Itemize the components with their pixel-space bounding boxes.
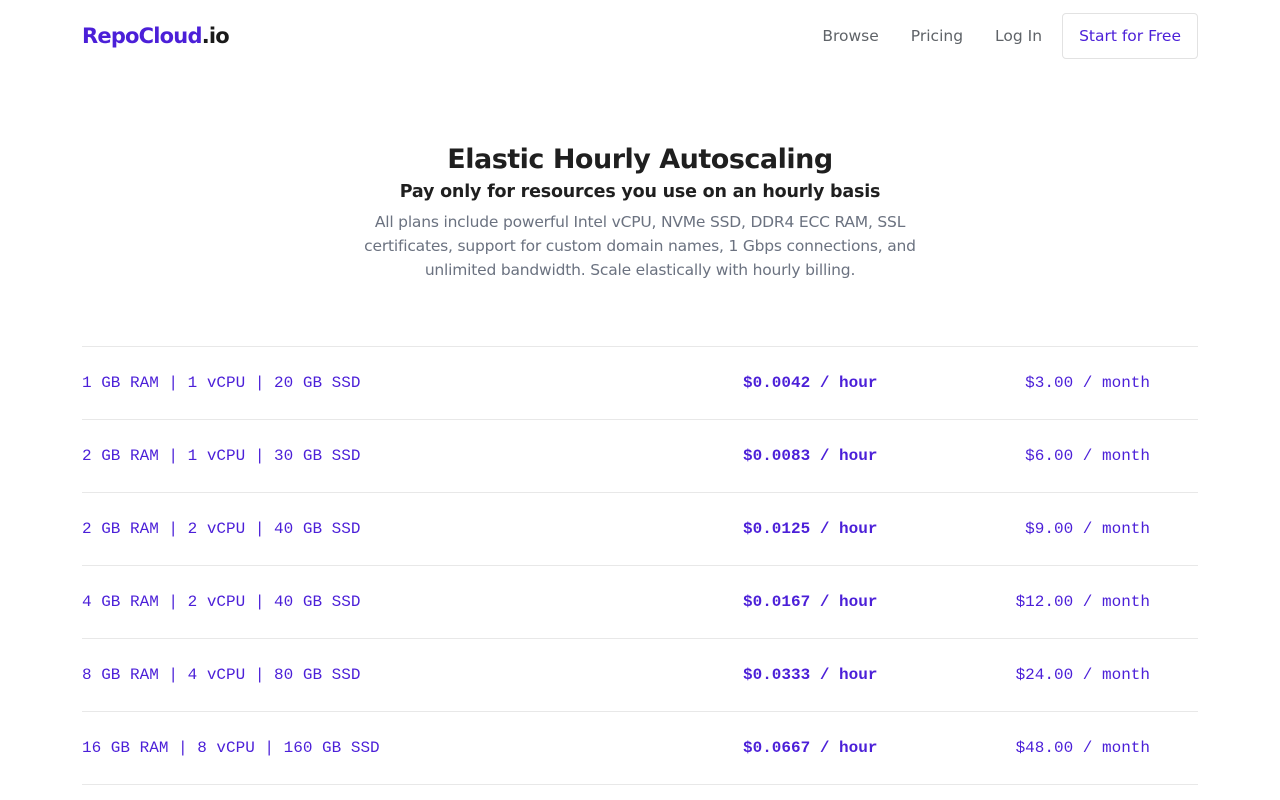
plan-monthly-price: $48.00 / month [1015,739,1150,757]
plan-monthly-price: $24.00 / month [1015,666,1150,684]
plan-row: 1 GB RAM | 1 vCPU | 20 GB SSD $0.0042 / … [82,347,1198,420]
page-description: All plans include powerful Intel vCPU, N… [364,213,916,279]
page-title: Elastic Hourly Autoscaling [447,144,833,175]
plan-hourly-price: $0.0167 / hour [743,593,878,611]
plan-row: 8 GB RAM | 4 vCPU | 80 GB SSD $0.0333 / … [82,639,1198,712]
plan-hourly-price: $0.0042 / hour [743,374,878,392]
nav-link-browse[interactable]: Browse [822,27,878,45]
plan-monthly-price: $9.00 / month [1025,520,1150,538]
plan-row: 2 GB RAM | 1 vCPU | 30 GB SSD $0.0083 / … [82,420,1198,493]
brand-tld: .io [201,24,230,48]
plan-spec: 1 GB RAM | 1 vCPU | 20 GB SSD [82,374,361,392]
plan-row: 2 GB RAM | 2 vCPU | 40 GB SSD $0.0125 / … [82,493,1198,566]
plan-monthly-price: $3.00 / month [1025,374,1150,392]
main-nav: Browse Pricing Log In Start for Free [822,13,1198,59]
plan-spec: 4 GB RAM | 2 vCPU | 40 GB SSD [82,593,361,611]
plan-row: 16 GB RAM | 8 vCPU | 160 GB SSD $0.0667 … [82,712,1198,785]
plan-spec: 16 GB RAM | 8 vCPU | 160 GB SSD [82,739,380,757]
brand-logo[interactable]: RepoCloud.io [82,24,230,48]
start-for-free-button[interactable]: Start for Free [1062,13,1198,59]
plan-hourly-price: $0.0083 / hour [743,447,878,465]
plan-monthly-price: $12.00 / month [1015,593,1150,611]
page-container: RepoCloud.io Browse Pricing Log In Start… [82,0,1198,785]
site-header: RepoCloud.io Browse Pricing Log In Start… [82,0,1198,72]
nav-link-pricing[interactable]: Pricing [911,27,963,45]
hero-section: Elastic Hourly Autoscaling Pay only for … [82,72,1198,282]
plan-spec: 2 GB RAM | 1 vCPU | 30 GB SSD [82,447,361,465]
brand-name: RepoCloud [82,24,203,48]
plan-hourly-price: $0.0667 / hour [743,739,878,757]
nav-link-login[interactable]: Log In [995,27,1042,45]
plan-row: 4 GB RAM | 2 vCPU | 40 GB SSD $0.0167 / … [82,566,1198,639]
plan-hourly-price: $0.0333 / hour [743,666,878,684]
page-subtitle: Pay only for resources you use on an hou… [399,182,881,202]
pricing-table: 1 GB RAM | 1 vCPU | 20 GB SSD $0.0042 / … [82,346,1198,785]
plan-spec: 8 GB RAM | 4 vCPU | 80 GB SSD [82,666,361,684]
plan-monthly-price: $6.00 / month [1025,447,1150,465]
plan-hourly-price: $0.0125 / hour [743,520,878,538]
plan-spec: 2 GB RAM | 2 vCPU | 40 GB SSD [82,520,361,538]
